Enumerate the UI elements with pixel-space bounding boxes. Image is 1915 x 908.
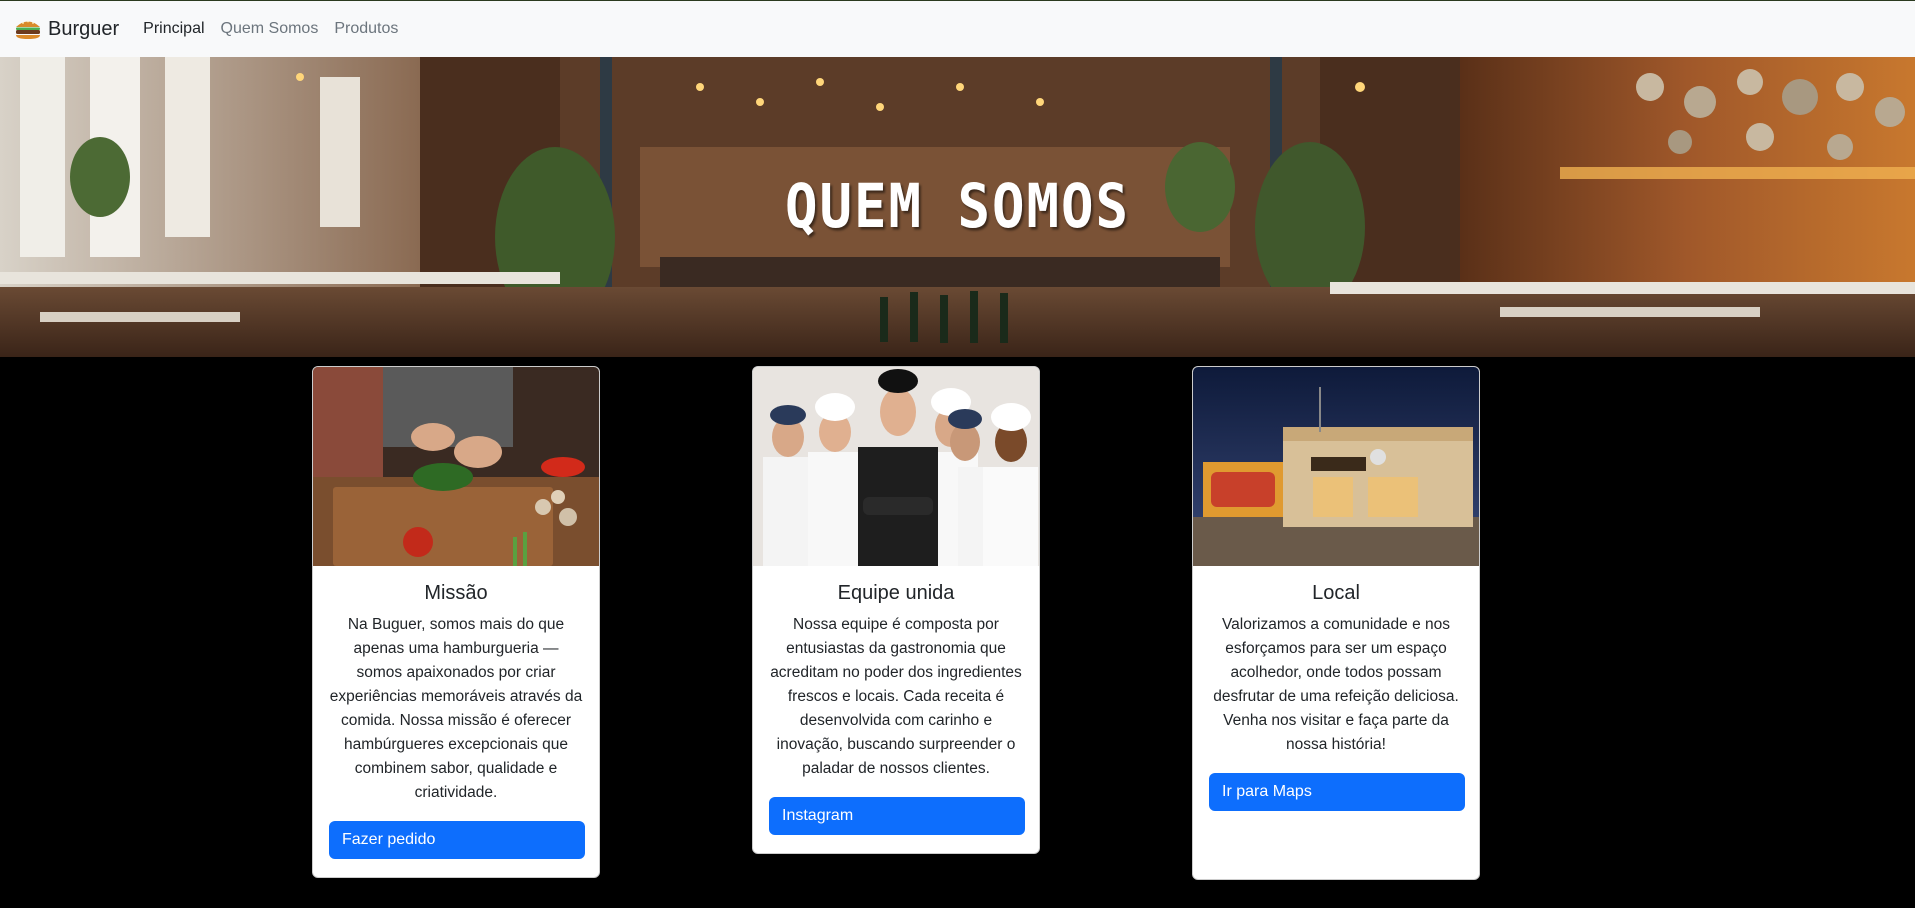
chef-team-image bbox=[753, 367, 1039, 566]
card-title: Equipe unida bbox=[837, 582, 955, 604]
burger-icon bbox=[16, 20, 40, 39]
card-equipe-unida: Equipe unida Nossa equipe é composta por… bbox=[752, 366, 1040, 854]
card-title: Local bbox=[1312, 582, 1360, 604]
hero-banner: QUEM SOMOS bbox=[0, 57, 1915, 357]
card-text: Valorizamos a comunidade e nos esforçamo… bbox=[1213, 616, 1459, 753]
order-button[interactable]: Fazer pedido bbox=[329, 821, 585, 859]
navbar: Burguer Principal Quem Somos Produtos bbox=[0, 0, 1915, 57]
card-text: Na Buguer, somos mais do que apenas uma … bbox=[329, 616, 583, 801]
brand-link[interactable]: Burguer bbox=[14, 18, 119, 41]
card-text: Nossa equipe é composta por entusiastas … bbox=[770, 616, 1022, 777]
card-local: Local Valorizamos a comunidade e nos esf… bbox=[1192, 366, 1480, 880]
card-missao: Missão Na Buguer, somos mais do que apen… bbox=[312, 366, 600, 878]
maps-button[interactable]: Ir para Maps bbox=[1209, 773, 1465, 811]
restaurant-exterior-image bbox=[1193, 367, 1479, 566]
brand-name: Burguer bbox=[48, 17, 120, 40]
nav-link-quem-somos[interactable]: Quem Somos bbox=[221, 20, 319, 38]
nav-link-produtos[interactable]: Produtos bbox=[334, 20, 398, 38]
chef-cutting-vegetables-image bbox=[313, 367, 599, 566]
nav-link-principal[interactable]: Principal bbox=[143, 20, 204, 38]
instagram-button[interactable]: Instagram bbox=[769, 797, 1025, 835]
card-title: Missão bbox=[424, 582, 488, 604]
hero-title: QUEM SOMOS bbox=[784, 171, 1131, 242]
